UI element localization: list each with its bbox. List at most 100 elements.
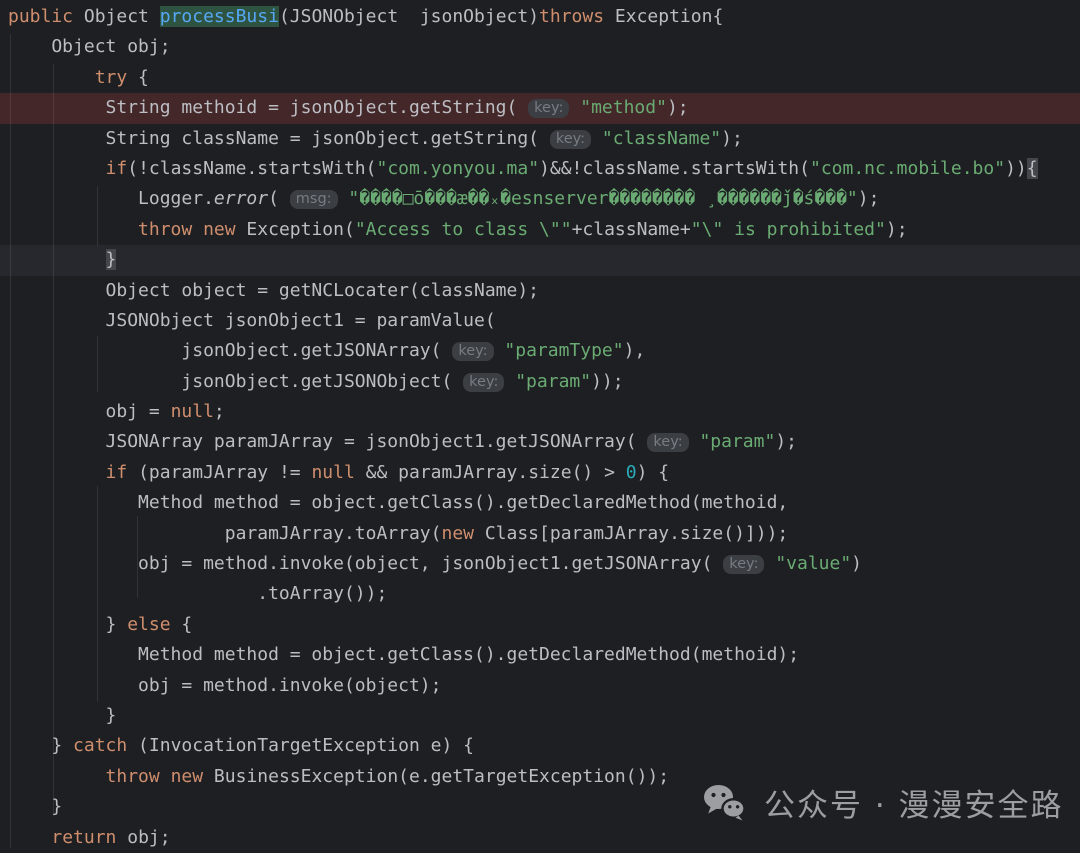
indent-guide-line <box>53 64 54 816</box>
code-token: obj = <box>8 401 171 422</box>
code-token: null <box>311 462 354 483</box>
code-token: Object object = getNCLocater(className); <box>8 280 539 301</box>
code-line[interactable]: JSONObject jsonObject1 = paramValue( <box>0 306 1080 336</box>
code-line[interactable]: Method method = object.getClass().getDec… <box>0 640 1080 670</box>
code-token: )&&!className.startsWith( <box>539 158 810 179</box>
code-line[interactable]: if(!className.startsWith("com.yonyou.ma"… <box>0 154 1080 184</box>
code-token <box>8 249 106 270</box>
code-token: "����□ō���æ��ₓ�esnserver�������� ¸������… <box>348 188 857 209</box>
code-token: throw <box>138 219 192 240</box>
code-token: return <box>51 827 116 848</box>
parameter-hint-badge: msg: <box>290 190 338 209</box>
code-token: Exception{ <box>604 6 723 27</box>
code-line[interactable]: Method method = object.getClass().getDec… <box>0 488 1080 518</box>
code-line[interactable]: jsonObject.getJSONObject( key: "param"))… <box>0 367 1080 397</box>
code-line[interactable]: try { <box>0 63 1080 93</box>
code-token: 0 <box>626 462 637 483</box>
code-token <box>689 431 700 452</box>
code-token: } <box>8 614 127 635</box>
indent-guide-line <box>137 516 138 598</box>
code-token: "className" <box>602 128 721 149</box>
code-line[interactable]: } <box>0 701 1080 731</box>
code-line[interactable]: paramJArray.toArray(new Class[paramJArra… <box>0 519 1080 549</box>
code-token <box>8 158 106 179</box>
code-line[interactable]: jsonObject.getJSONArray( key: "paramType… <box>0 336 1080 366</box>
code-token: jsonObject.getJSONObject( <box>8 371 463 392</box>
code-token: BusinessException(e.getTargetException()… <box>203 766 669 787</box>
code-token: catch <box>73 735 127 756</box>
code-token: (JSONObject jsonObject) <box>279 6 539 27</box>
code-token: ; <box>214 401 225 422</box>
code-line[interactable]: String className = jsonObject.getString(… <box>0 124 1080 154</box>
code-token: Logger. <box>8 188 214 209</box>
indent-guide-line <box>97 336 98 392</box>
code-token: null <box>171 401 214 422</box>
code-token <box>8 827 51 848</box>
code-token: +className+ <box>572 219 691 240</box>
code-token: } <box>8 705 116 726</box>
code-line[interactable]: obj = method.invoke(object); <box>0 671 1080 701</box>
code-token <box>192 219 203 240</box>
code-token: "method" <box>580 97 667 118</box>
code-token: Object <box>73 6 160 27</box>
code-token: new <box>171 766 204 787</box>
code-token: )); <box>591 371 624 392</box>
code-token: if <box>106 462 128 483</box>
code-token: else <box>127 614 170 635</box>
code-line[interactable]: } catch (InvocationTargetException e) { <box>0 731 1080 761</box>
watermark-text: 公众号 · 漫漫安全路 <box>764 780 1064 825</box>
code-line[interactable]: } else { <box>0 610 1080 640</box>
code-token: public <box>8 6 73 27</box>
code-token: new <box>441 523 474 544</box>
code-token: "\" is prohibited" <box>691 219 886 240</box>
code-token: ); <box>886 219 908 240</box>
code-token: )) <box>1005 158 1027 179</box>
code-token: "Access to class \"" <box>355 219 572 240</box>
code-token: } <box>8 735 73 756</box>
code-token: ( <box>268 188 290 209</box>
code-token: JSONArray paramJArray = jsonObject1.getJ… <box>8 431 647 452</box>
code-line[interactable]: .toArray()); <box>0 579 1080 609</box>
indent-guide-line <box>97 486 98 702</box>
code-line[interactable]: obj = method.invoke(object, jsonObject1.… <box>0 549 1080 579</box>
code-token: ) <box>851 553 862 574</box>
code-token <box>8 766 106 787</box>
code-token: String className = jsonObject.getString( <box>8 128 550 149</box>
code-line[interactable]: String methoid = jsonObject.getString( k… <box>0 93 1080 123</box>
code-line[interactable]: Object obj; <box>0 32 1080 62</box>
code-token: .toArray()); <box>8 583 387 604</box>
parameter-hint-badge: key: <box>452 342 493 361</box>
code-token: "value" <box>775 553 851 574</box>
wechat-watermark: 公众号 · 漫漫安全路 <box>702 780 1064 825</box>
code-token: ); <box>667 97 689 118</box>
parameter-hint-badge: key: <box>723 555 764 574</box>
code-line[interactable]: Logger.error( msg: "����□ō���æ��ₓ�esnser… <box>0 184 1080 214</box>
code-area[interactable]: public Object processBusi(JSONObject jso… <box>0 2 1080 853</box>
code-token: ), <box>624 340 646 361</box>
code-token <box>338 188 349 209</box>
code-token <box>494 340 505 361</box>
code-token: { <box>127 67 149 88</box>
code-token: "paramType" <box>504 340 623 361</box>
code-token <box>569 97 580 118</box>
code-token: Class[paramJArray.size()])); <box>474 523 788 544</box>
code-editor: public Object processBusi(JSONObject jso… <box>0 0 1080 853</box>
code-line[interactable]: if (paramJArray != null && paramJArray.s… <box>0 458 1080 488</box>
code-line[interactable]: obj = null; <box>0 397 1080 427</box>
code-token: Exception( <box>236 219 355 240</box>
code-token: "param" <box>699 431 775 452</box>
code-line[interactable]: } <box>0 245 1080 275</box>
code-line[interactable]: return obj; <box>0 823 1080 853</box>
code-line[interactable]: public Object processBusi(JSONObject jso… <box>0 2 1080 32</box>
code-token: ); <box>775 431 797 452</box>
code-line[interactable]: Object object = getNCLocater(className); <box>0 276 1080 306</box>
code-line[interactable]: throw new Exception("Access to class \""… <box>0 215 1080 245</box>
code-token: obj = method.invoke(object, jsonObject1.… <box>8 553 723 574</box>
code-token: "param" <box>515 371 591 392</box>
code-token: throws <box>539 6 604 27</box>
code-line[interactable]: JSONArray paramJArray = jsonObject1.getJ… <box>0 427 1080 457</box>
code-token: && paramJArray.size() > <box>355 462 626 483</box>
indent-guide-line <box>97 186 98 246</box>
code-token: Method method = object.getClass().getDec… <box>8 644 799 665</box>
code-token: try <box>95 67 128 88</box>
